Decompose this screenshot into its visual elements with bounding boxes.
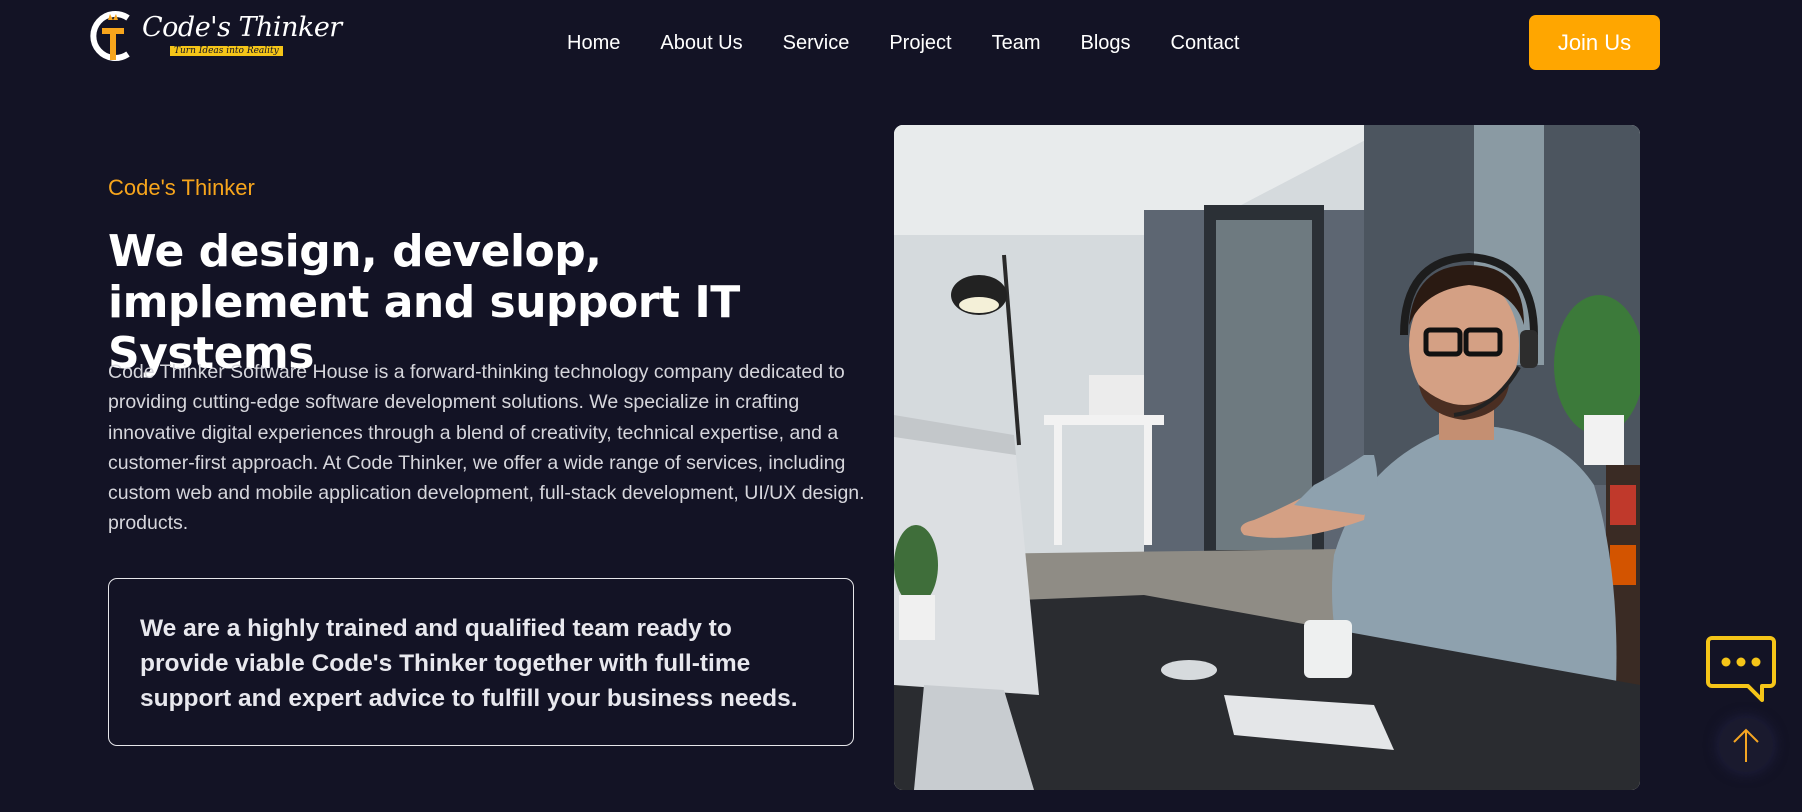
nav-service[interactable]: Service [783, 30, 850, 56]
hero-description: Code Thinker Software House is a forward… [108, 361, 865, 535]
logo-tagline: Turn Ideas into Reality [170, 46, 283, 56]
arrow-up-icon [1733, 728, 1759, 762]
site-header: Code's Thinker Turn Ideas into Reality H… [0, 0, 1802, 86]
nav-about-us[interactable]: About Us [660, 30, 742, 56]
scroll-to-top-button[interactable] [1719, 718, 1773, 772]
main-nav: Home About Us Service Project Team Blogs… [567, 30, 1239, 56]
join-us-button[interactable]: Join Us [1529, 15, 1660, 70]
hero-callout-box: We are a highly trained and qualified te… [108, 578, 854, 746]
hero-callout-text: We are a highly trained and qualified te… [140, 615, 798, 712]
chat-bubble-icon[interactable] [1704, 634, 1778, 704]
brand-logo[interactable]: Code's Thinker Turn Ideas into Reality [86, 4, 342, 70]
hero-eyebrow: Code's Thinker [108, 175, 255, 200]
nav-blogs[interactable]: Blogs [1080, 30, 1130, 56]
hero-photo [894, 125, 1640, 790]
nav-team[interactable]: Team [992, 30, 1041, 56]
logo-mark-icon [90, 11, 130, 61]
nav-project[interactable]: Project [889, 30, 951, 56]
nav-contact[interactable]: Contact [1171, 30, 1240, 56]
logo-wordmark: Code's Thinker [142, 12, 342, 43]
hero-photo-illustration [894, 125, 1640, 790]
nav-home[interactable]: Home [567, 30, 620, 56]
